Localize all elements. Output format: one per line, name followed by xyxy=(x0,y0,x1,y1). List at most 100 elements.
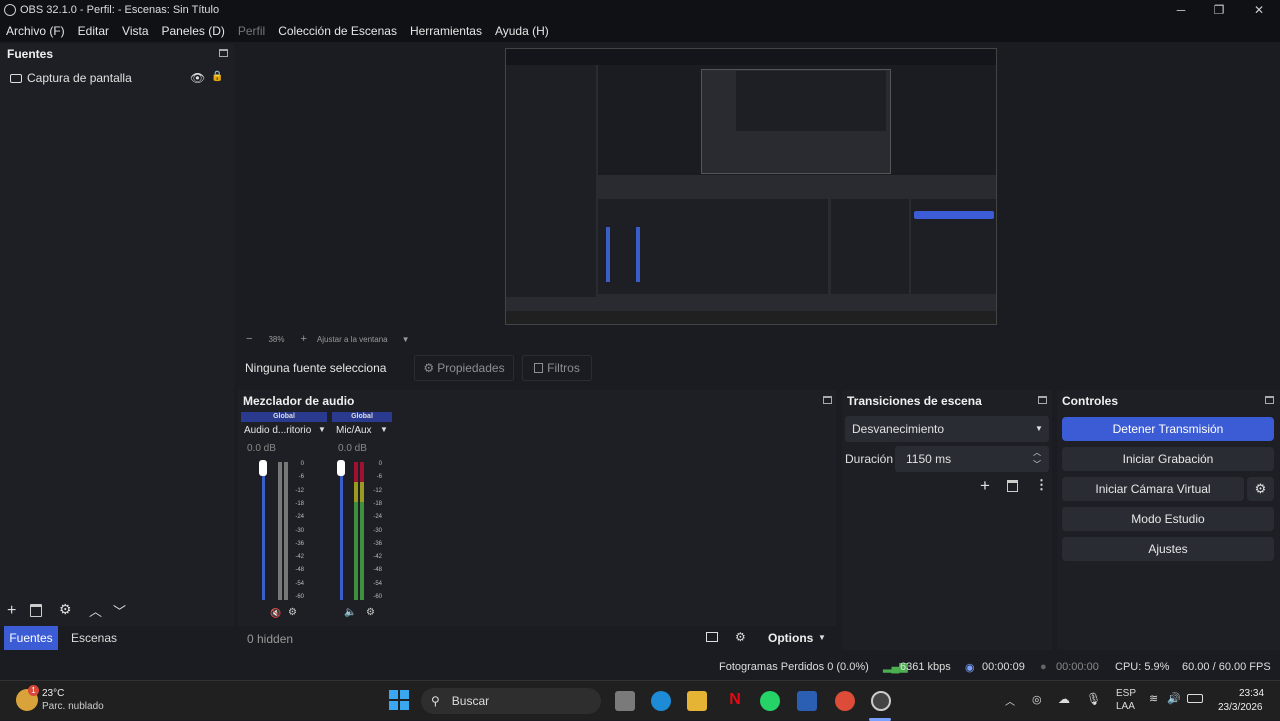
obs-taskbar-icon[interactable] xyxy=(871,691,891,711)
cloud-icon[interactable]: ☁ xyxy=(1058,692,1070,706)
menu-vista[interactable]: Vista xyxy=(122,24,148,38)
menu-perfil[interactable]: Perfil xyxy=(238,24,265,38)
tray-app-icon[interactable]: ◎ xyxy=(1032,693,1042,706)
menu-coleccion-escenas[interactable]: Colección de Escenas xyxy=(278,24,397,38)
channel-name[interactable]: Mic/Aux xyxy=(336,425,372,436)
options-button[interactable]: Options xyxy=(768,631,813,645)
task-view-icon[interactable] xyxy=(615,691,635,711)
chevron-down-icon[interactable]: ﹀ xyxy=(1033,459,1041,470)
menu-ayuda[interactable]: Ayuda (H) xyxy=(495,24,549,38)
zoom-fit-select[interactable]: Ajustar a la ventana xyxy=(317,335,388,344)
eye-icon[interactable]: 👁 xyxy=(190,71,205,85)
volume-slider-handle[interactable] xyxy=(337,460,345,476)
title-bar: OBS 32.1.0 - Perfil: - Escenas: Sin Títu… xyxy=(0,0,1280,20)
start-recording-button[interactable]: Iniciar Grabación xyxy=(1062,447,1274,471)
hidden-count: 0 hidden xyxy=(247,632,294,646)
channel-settings-icon[interactable]: ⚙ xyxy=(288,607,297,618)
maximize-button[interactable]: ❐ xyxy=(1200,0,1238,20)
chevron-down-icon[interactable]: ▼ xyxy=(380,425,388,434)
language-code[interactable]: ESP xyxy=(1116,688,1136,699)
properties-button[interactable]: ⚙ Propiedades xyxy=(414,355,514,381)
speaker-icon[interactable]: 🔈 xyxy=(344,607,356,618)
close-button[interactable]: ✕ xyxy=(1240,0,1278,20)
undock-icon[interactable] xyxy=(1265,396,1274,404)
bitrate: 6361 kbps xyxy=(900,661,951,673)
gear-icon[interactable]: ⚙ xyxy=(59,601,72,618)
filters-button[interactable]: Filtros xyxy=(522,355,592,381)
chevron-up-icon[interactable]: ︿ xyxy=(1033,447,1041,458)
more-options-icon[interactable]: ⋮ xyxy=(1035,477,1048,493)
search-box[interactable]: ⚲ Buscar xyxy=(421,688,601,714)
chrome-icon[interactable] xyxy=(835,691,855,711)
volume-slider-handle[interactable] xyxy=(259,460,267,476)
level-meter-yellow xyxy=(360,482,364,502)
channel-settings-icon[interactable]: ⚙ xyxy=(366,607,375,618)
advanced-settings-icon[interactable]: ⚙ xyxy=(735,630,746,644)
lock-icon[interactable]: 🔒 xyxy=(211,71,223,82)
menu-paneles[interactable]: Paneles (D) xyxy=(162,24,225,38)
undock-icon[interactable] xyxy=(219,49,228,57)
minimize-button[interactable]: ─ xyxy=(1162,0,1200,20)
undock-icon[interactable] xyxy=(1038,396,1047,404)
undock-icon[interactable] xyxy=(823,396,832,404)
clock-date[interactable]: 23/3/2026 xyxy=(1218,702,1263,713)
menu-archivo[interactable]: Archivo (F) xyxy=(6,24,65,38)
settings-button[interactable]: Ajustes xyxy=(1062,537,1274,561)
edge-icon[interactable] xyxy=(651,691,671,711)
zoom-in-button[interactable]: + xyxy=(300,333,306,345)
volume-slider-track[interactable] xyxy=(262,462,265,600)
add-source-icon[interactable]: + xyxy=(7,602,16,620)
chevron-down-icon[interactable]: ▼ xyxy=(318,425,326,434)
zoom-level: 38% xyxy=(268,334,285,344)
chevron-up-icon[interactable]: ︿ xyxy=(1005,693,1015,708)
db-scale-label: -54 xyxy=(373,580,382,587)
move-up-icon[interactable]: ︿ xyxy=(89,601,102,620)
battery-icon[interactable] xyxy=(1187,694,1203,703)
volume-slider-track[interactable] xyxy=(340,462,343,600)
level-meter-green xyxy=(354,502,358,600)
channel-tag: Global xyxy=(241,412,327,422)
chevron-down-icon[interactable]: ▼ xyxy=(402,335,410,344)
streaming-icon: ◉ xyxy=(965,662,975,674)
add-transition-icon[interactable]: + xyxy=(980,476,990,496)
channel-name[interactable]: Audio d...ritorio xyxy=(244,425,311,436)
stop-streaming-button[interactable]: Detener Transmisión xyxy=(1062,417,1274,441)
layout-icon[interactable] xyxy=(706,632,718,642)
dropped-frames: Fotogramas Perdidos 0 (0.0%) xyxy=(719,661,869,673)
whatsapp-icon[interactable] xyxy=(760,691,780,711)
level-meter-yellow xyxy=(354,482,358,502)
source-item[interactable]: Captura de pantalla 👁 🔒 xyxy=(0,68,234,88)
menu-editar[interactable]: Editar xyxy=(78,24,109,38)
zoom-out-button[interactable]: − xyxy=(246,333,252,345)
move-down-icon[interactable]: ﹀ xyxy=(113,601,126,620)
db-scale-label: 0 xyxy=(300,461,304,467)
file-explorer-icon[interactable] xyxy=(687,691,707,711)
keyboard-layout[interactable]: LAA xyxy=(1116,701,1135,712)
no-source-label: Ninguna fuente selecciona xyxy=(245,361,387,375)
transition-select[interactable]: Desvanecimiento ▼ xyxy=(845,416,1049,442)
virtual-camera-gear-icon[interactable]: ⚙ xyxy=(1247,477,1274,501)
level-meter-green xyxy=(360,502,364,600)
microphone-icon[interactable]: 🎙 xyxy=(1086,692,1101,706)
duration-label: Duración xyxy=(845,452,894,466)
trash-icon[interactable] xyxy=(30,604,42,617)
controls-header: Controles xyxy=(1062,394,1119,408)
tab-escenas[interactable]: Escenas xyxy=(66,626,122,650)
duration-spinbox[interactable]: 1150 ms ︿ ﹀ xyxy=(895,446,1049,472)
windows-start-icon[interactable] xyxy=(389,690,409,710)
clock-time[interactable]: 23:34 xyxy=(1239,688,1264,699)
wifi-icon[interactable]: ≋ xyxy=(1149,692,1158,705)
chevron-down-icon[interactable]: ▼ xyxy=(818,633,826,642)
menu-herramientas[interactable]: Herramientas xyxy=(410,24,482,38)
db-scale-label: -60 xyxy=(373,594,382,600)
stream-time: 00:00:09 xyxy=(982,661,1025,673)
word-icon[interactable] xyxy=(797,691,817,711)
tab-fuentes[interactable]: Fuentes xyxy=(4,626,58,650)
menu-bar: Archivo (F) Editar Vista Paneles (D) Per… xyxy=(0,20,1280,42)
muted-speaker-icon[interactable]: 🔇 xyxy=(270,608,281,619)
trash-icon[interactable] xyxy=(1007,480,1018,492)
netflix-icon[interactable]: N xyxy=(725,691,745,711)
studio-mode-button[interactable]: Modo Estudio xyxy=(1062,507,1274,531)
start-virtual-camera-button[interactable]: Iniciar Cámara Virtual xyxy=(1062,477,1244,501)
volume-icon[interactable]: 🔊 xyxy=(1167,692,1181,705)
